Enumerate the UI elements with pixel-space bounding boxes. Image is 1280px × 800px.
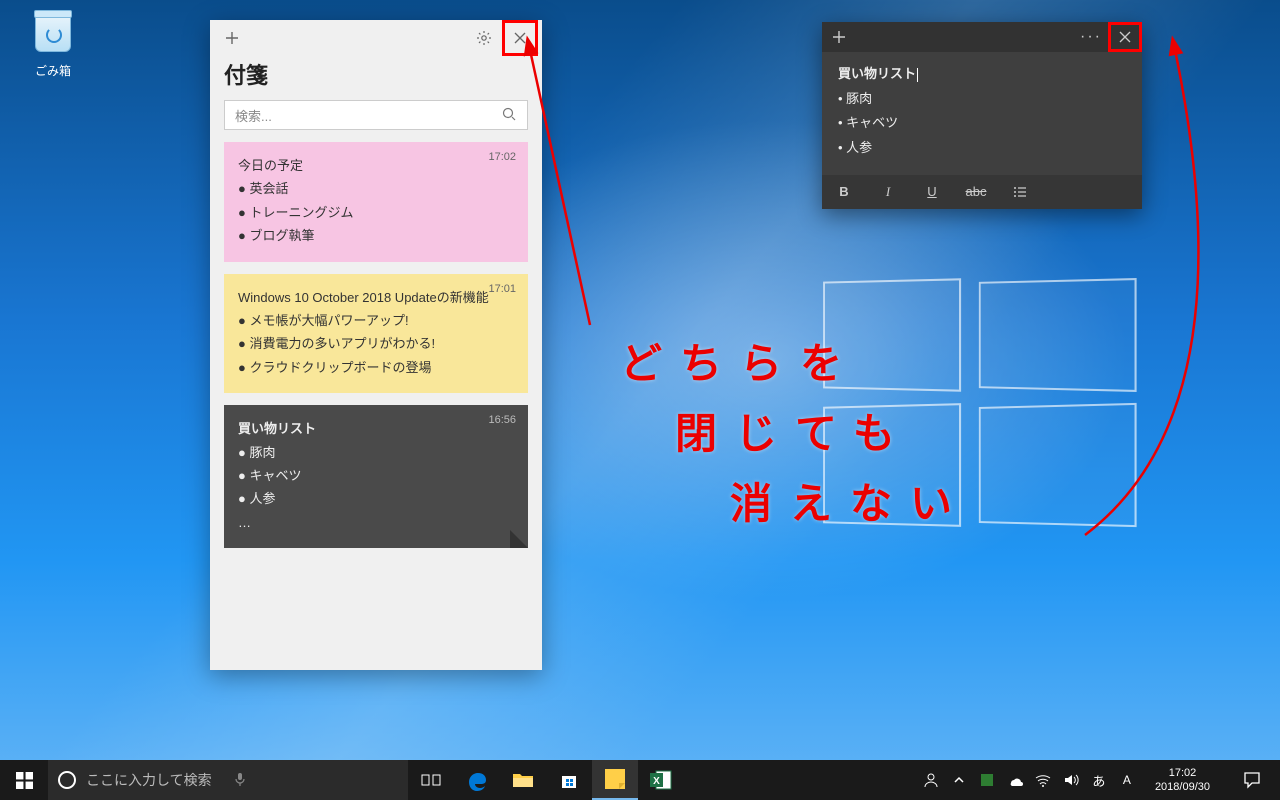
recycle-bin-label: ごみ箱 (18, 62, 88, 79)
settings-button[interactable] (466, 20, 502, 56)
note-line: ● ブログ執筆 (238, 224, 514, 247)
note-line: ● トレーニングジム (238, 201, 514, 224)
cortana-icon (58, 771, 76, 789)
ime-mode-icon[interactable]: A (1119, 772, 1135, 788)
note-line: ● キャベツ (238, 464, 514, 487)
note-card[interactable]: 17:02 今日の予定 ● 英会話 ● トレーニングジム ● ブログ執筆 (224, 142, 528, 262)
recycle-bin[interactable]: ごみ箱 (18, 10, 88, 79)
strike-button[interactable]: abc (954, 175, 998, 209)
page-title: 付箋 (210, 56, 542, 100)
mic-icon[interactable] (232, 771, 248, 790)
bullet-list-button[interactable] (998, 175, 1042, 209)
underline-button[interactable]: U (910, 175, 954, 209)
search-placeholder: 検索... (235, 106, 272, 125)
note-line: ● 人参 (238, 487, 514, 510)
note-line: ● メモ帳が大幅パワーアップ! (238, 309, 514, 332)
network-icon[interactable] (1035, 772, 1051, 788)
sticky-notes-taskbar-button[interactable] (592, 760, 638, 800)
people-icon[interactable] (923, 772, 939, 788)
recycle-bin-icon (31, 14, 75, 58)
note-card[interactable]: 16:56 買い物リスト ● 豚肉 ● キャベツ ● 人参 … (224, 405, 528, 548)
tray-chevron-icon[interactable] (951, 772, 967, 788)
task-view-button[interactable] (408, 760, 454, 800)
notes-list: 17:02 今日の予定 ● 英会話 ● トレーニングジム ● ブログ執筆 17:… (210, 142, 542, 670)
taskbar-search[interactable]: ここに入力して検索 (48, 760, 408, 800)
close-button[interactable] (502, 20, 538, 56)
annotation-text: 消えない (730, 470, 970, 531)
note-line: • キャベツ (838, 111, 1126, 136)
new-note-button[interactable] (822, 22, 856, 52)
note-body[interactable]: 買い物リスト • 豚肉 • キャベツ • 人参 (822, 52, 1142, 175)
taskbar-clock[interactable]: 17:02 2018/09/30 (1147, 766, 1218, 795)
search-placeholder: ここに入力して検索 (86, 770, 212, 790)
note-title: Windows 10 October 2018 Updateの新機能 (238, 286, 514, 309)
ime-icon[interactable]: あ (1091, 772, 1107, 788)
new-note-button[interactable] (214, 20, 250, 56)
note-line: ● 英会話 (238, 177, 514, 200)
note-line: … (238, 511, 514, 534)
note-card[interactable]: 17:01 Windows 10 October 2018 Updateの新機能… (224, 274, 528, 394)
sticky-notes-titlebar (210, 20, 542, 56)
sticky-notes-window: 付箋 検索... 17:02 今日の予定 ● 英会話 ● トレーニングジム ● … (210, 20, 542, 670)
excel-button[interactable]: X (638, 760, 684, 800)
text-cursor (917, 68, 918, 82)
note-line: • 人参 (838, 136, 1126, 161)
note-popup: ··· 買い物リスト • 豚肉 • キャベツ • 人参 B I U abc (822, 22, 1142, 209)
edge-button[interactable] (454, 760, 500, 800)
note-title: 今日の予定 (238, 154, 514, 177)
clock-time: 17:02 (1155, 766, 1210, 780)
format-toolbar: B I U abc (822, 175, 1142, 209)
action-center-button[interactable] (1230, 760, 1274, 800)
volume-icon[interactable] (1063, 772, 1079, 788)
note-line: ● 豚肉 (238, 441, 514, 464)
note-popup-titlebar: ··· (822, 22, 1142, 52)
start-button[interactable] (0, 760, 48, 800)
clock-date: 2018/09/30 (1155, 780, 1210, 794)
note-title: 買い物リスト (838, 66, 916, 81)
italic-button[interactable]: I (866, 175, 910, 209)
store-button[interactable] (546, 760, 592, 800)
taskbar: ここに入力して検索 X あ A 17:02 2018/09/30 (0, 760, 1280, 800)
search-icon (501, 106, 517, 125)
note-time: 16:56 (488, 411, 516, 431)
file-explorer-button[interactable] (500, 760, 546, 800)
menu-button[interactable]: ··· (1074, 22, 1108, 52)
note-line: ● クラウドクリップボードの登場 (238, 356, 514, 379)
note-time: 17:02 (488, 148, 516, 168)
note-time: 17:01 (488, 280, 516, 300)
note-line: ● 消費電力の多いアプリがわかる! (238, 332, 514, 355)
note-title: 買い物リスト (238, 417, 514, 440)
bold-button[interactable]: B (822, 175, 866, 209)
close-button[interactable] (1108, 22, 1142, 52)
system-tray: あ A 17:02 2018/09/30 (917, 760, 1280, 800)
search-input[interactable]: 検索... (224, 100, 528, 130)
svg-text:X: X (653, 776, 660, 787)
tray-app-icon[interactable] (979, 772, 995, 788)
onedrive-icon[interactable] (1007, 772, 1023, 788)
note-line: • 豚肉 (838, 87, 1126, 112)
annotation-text: どちらを (620, 330, 860, 391)
annotation-text: 閉じても (675, 400, 913, 461)
